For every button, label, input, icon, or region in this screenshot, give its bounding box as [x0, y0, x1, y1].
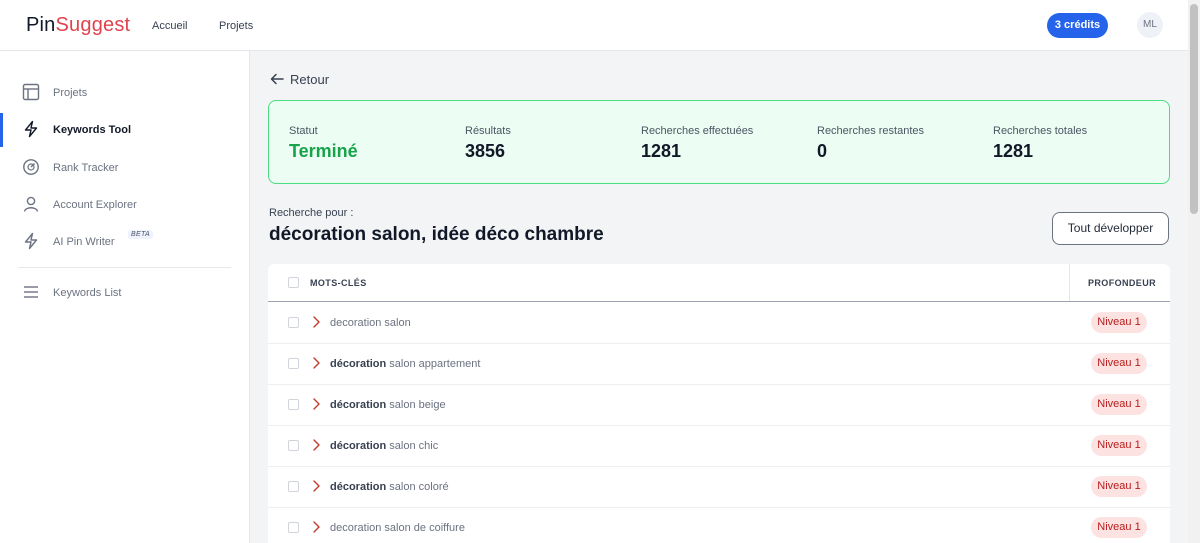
nav-projets[interactable]: Projets: [219, 20, 253, 32]
stats-card: Statut Terminé Résultats 3856 Recherches…: [268, 100, 1170, 184]
sidebar-item-label: Keywords List: [53, 287, 122, 299]
keyword-rest: salon beige: [386, 399, 446, 411]
level-badge: Niveau 1: [1091, 353, 1147, 374]
row-checkbox[interactable]: [288, 522, 299, 533]
user-icon: [23, 196, 39, 212]
arrow-left-icon: [270, 73, 284, 85]
keyword-text: décoration salon coloré: [330, 481, 449, 493]
sidebar-item-rank-tracker[interactable]: Rank Tracker: [0, 151, 250, 185]
sidebar-item-ai-pin-writer[interactable]: AI Pin Writer BETA: [0, 225, 250, 259]
stat-status: Statut Terminé: [289, 125, 358, 162]
chevron-right-icon[interactable]: [310, 315, 322, 329]
keyword-highlight: décoration: [330, 399, 387, 411]
keyword-rest: decoration salon: [330, 317, 411, 329]
keyword-rest: salon appartement: [386, 358, 481, 370]
stat-value: 0: [817, 141, 828, 161]
stat-label: Recherches effectuées: [641, 125, 754, 137]
bolt-icon: [24, 232, 38, 250]
chevron-right-icon[interactable]: [310, 479, 322, 493]
stat-label: Statut: [289, 125, 318, 137]
stat-label: Recherches totales: [993, 125, 1088, 137]
select-all-checkbox[interactable]: [288, 277, 299, 288]
chevron-right-icon[interactable]: [310, 397, 322, 411]
search-for-label: Recherche pour :: [269, 207, 354, 219]
sidebar-item-keywords-list[interactable]: Keywords List: [0, 276, 250, 310]
column-header-depth[interactable]: PROFONDEUR: [1088, 278, 1156, 288]
stat-results: Résultats 3856: [465, 125, 511, 162]
logo-text-suggest: Suggest: [55, 14, 131, 36]
keywords-table: MOTS-CLÉS PROFONDEUR decoration salon Ni…: [268, 264, 1170, 543]
expand-all-button[interactable]: Tout développer: [1052, 212, 1169, 245]
row-checkbox[interactable]: [288, 399, 299, 410]
sidebar-item-label: AI Pin Writer: [53, 236, 115, 248]
sidebar-item-label: Account Explorer: [53, 199, 137, 211]
table-row[interactable]: décoration salon coloré Niveau 1: [268, 467, 1170, 508]
stat-label: Recherches restantes: [817, 125, 924, 137]
keyword-highlight: décoration: [330, 481, 387, 493]
sidebar-item-keywords-tool[interactable]: Keywords Tool: [0, 113, 250, 147]
table-row[interactable]: decoration salon de coiffure Niveau 1: [268, 508, 1170, 543]
gauge-icon: [23, 159, 39, 175]
logo[interactable]: PinSuggest: [26, 14, 130, 37]
column-header-keywords[interactable]: MOTS-CLÉS: [310, 278, 367, 288]
table-row[interactable]: decoration salon Niveau 1: [268, 303, 1170, 344]
sidebar-item-label: Rank Tracker: [53, 162, 119, 174]
level-badge: Niveau 1: [1091, 476, 1147, 497]
keyword-text: décoration salon appartement: [330, 358, 480, 370]
level-badge: Niveau 1: [1091, 435, 1147, 456]
keyword-text: decoration salon: [330, 317, 411, 329]
sidebar-item-account-explorer[interactable]: Account Explorer: [0, 188, 250, 222]
row-checkbox[interactable]: [288, 481, 299, 492]
stat-value: 1281: [641, 141, 682, 161]
row-checkbox[interactable]: [288, 317, 299, 328]
page-scrollbar[interactable]: [1188, 0, 1200, 543]
table-row[interactable]: décoration salon beige Niveau 1: [268, 385, 1170, 426]
chevron-right-icon[interactable]: [310, 356, 322, 370]
scrollbar-thumb[interactable]: [1190, 4, 1198, 214]
keyword-rest: decoration salon de coiffure: [330, 522, 465, 534]
back-link[interactable]: Retour: [270, 72, 329, 87]
top-bar: PinSuggest Accueil Projets 3 crédits ML: [0, 0, 1188, 51]
avatar[interactable]: ML: [1137, 12, 1163, 38]
row-checkbox[interactable]: [288, 358, 299, 369]
stat-searches-total: Recherches totales 1281: [993, 125, 1087, 162]
table-row[interactable]: décoration salon chic Niveau 1: [268, 426, 1170, 467]
keyword-highlight: décoration: [330, 440, 387, 452]
sidebar-divider: [18, 267, 231, 268]
bolt-icon: [24, 120, 38, 138]
stat-searches-remaining: Recherches restantes 0: [817, 125, 924, 162]
level-badge: Niveau 1: [1091, 394, 1147, 415]
stat-searches-done: Recherches effectuées 1281: [641, 125, 753, 162]
table-header: MOTS-CLÉS PROFONDEUR: [268, 264, 1170, 302]
sidebar-item-label: Projets: [53, 87, 88, 99]
search-query-title: décoration salon, idée déco chambre: [269, 224, 604, 245]
list-icon: [24, 286, 38, 298]
sidebar-item-label: Keywords Tool: [53, 124, 132, 136]
sidebar-item-projets[interactable]: Projets: [0, 76, 250, 110]
level-badge: Niveau 1: [1091, 517, 1147, 538]
back-label: Retour: [290, 72, 330, 87]
stat-label: Résultats: [465, 125, 511, 137]
row-checkbox[interactable]: [288, 440, 299, 451]
level-badge: Niveau 1: [1091, 312, 1147, 333]
beta-badge: BETA: [128, 230, 153, 239]
stat-value: 3856: [465, 141, 506, 161]
nav-accueil[interactable]: Accueil: [152, 20, 187, 32]
credits-button[interactable]: 3 crédits: [1047, 13, 1108, 38]
chevron-right-icon[interactable]: [310, 438, 322, 452]
keyword-highlight: décoration: [330, 358, 387, 370]
logo-text-pin: Pin: [26, 14, 56, 36]
keyword-text: decoration salon de coiffure: [330, 522, 465, 534]
column-separator: [1069, 264, 1070, 301]
keyword-rest: salon chic: [386, 440, 439, 452]
chevron-right-icon[interactable]: [310, 520, 322, 534]
table-row[interactable]: décoration salon appartement Niveau 1: [268, 344, 1170, 385]
layout-icon: [22, 83, 40, 101]
keyword-text: décoration salon beige: [330, 399, 446, 411]
stat-value: Terminé: [289, 141, 358, 161]
stat-value: 1281: [993, 141, 1034, 161]
keyword-text: décoration salon chic: [330, 440, 438, 452]
sidebar: Projets Keywords Tool Rank Tracker Accou…: [0, 51, 250, 543]
keyword-rest: salon coloré: [386, 481, 449, 493]
